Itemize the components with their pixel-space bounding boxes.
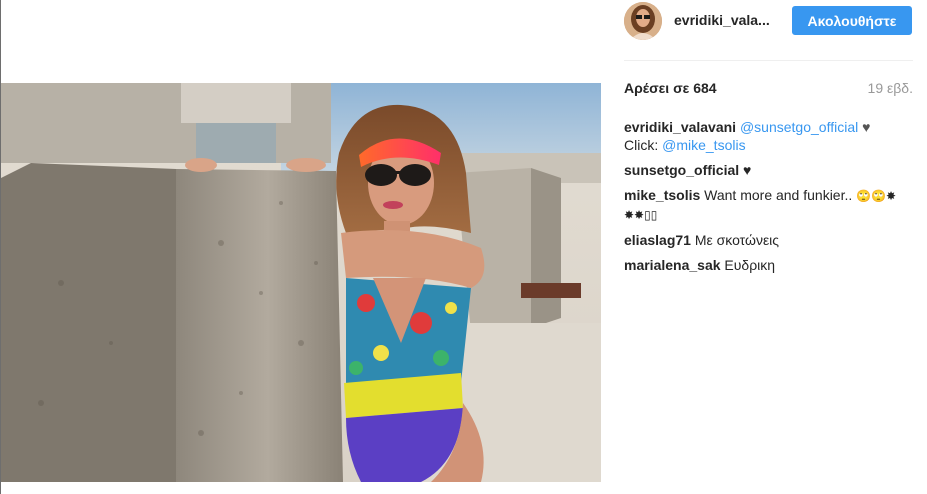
likes-count[interactable]: Αρέσει σε 684 <box>624 80 717 96</box>
comment-item: marialena_sak Ευδρικη <box>624 256 913 274</box>
comment-item: eliaslag71 Με σκοτώνεις <box>624 231 913 249</box>
comment-item: evridiki_valavani @sunsetgo_official ♥ C… <box>624 118 913 154</box>
comment-author[interactable]: eliaslag71 <box>624 232 691 248</box>
comment-text: Ευδρικη <box>724 257 776 273</box>
comment-item: sunsetgo_official ♥ <box>624 161 913 179</box>
heart-icon: ♥ <box>862 119 871 135</box>
comment-text: Με σκοτώνεις <box>694 232 780 248</box>
comment-mention[interactable]: @mike_tsolis <box>662 137 745 153</box>
post-header: evridiki_vala... Ακολουθήστε <box>624 0 913 42</box>
post-timestamp[interactable]: 19 εβδ. <box>868 80 913 96</box>
photo-illustration <box>1 83 601 482</box>
post-username[interactable]: evridiki_vala... <box>674 12 770 28</box>
emoji-icons: ✸✸▯▯ <box>624 208 658 222</box>
comment-text: Want more and funkier.. <box>704 187 853 203</box>
post-photo[interactable] <box>1 83 601 482</box>
comment-author[interactable]: sunsetgo_official <box>624 162 739 178</box>
follow-button[interactable]: Ακολουθήστε <box>792 6 912 35</box>
header-divider <box>624 60 913 61</box>
comment-text: Click: <box>624 137 659 153</box>
heart-icon: ♥ <box>743 162 752 178</box>
comment-author[interactable]: evridiki_valavani <box>624 119 736 135</box>
emoji-icons: 🙄🙄✸ <box>856 189 897 203</box>
comment-author[interactable]: mike_tsolis <box>624 187 700 203</box>
likes-row: Αρέσει σε 684 19 εβδ. <box>624 80 913 98</box>
instagram-post-page: evridiki_vala... Ακολουθήστε Αρέσει σε 6… <box>0 0 927 494</box>
comment-author[interactable]: marialena_sak <box>624 257 721 273</box>
post-sidebar: evridiki_vala... Ακολουθήστε Αρέσει σε 6… <box>624 0 913 494</box>
comments-list: evridiki_valavani @sunsetgo_official ♥ C… <box>624 118 913 281</box>
avatar-image <box>624 2 662 40</box>
comment-item: mike_tsolis Want more and funkier.. 🙄🙄✸ … <box>624 186 913 224</box>
user-avatar[interactable] <box>624 2 662 40</box>
comment-mention[interactable]: @sunsetgo_official <box>740 119 858 135</box>
